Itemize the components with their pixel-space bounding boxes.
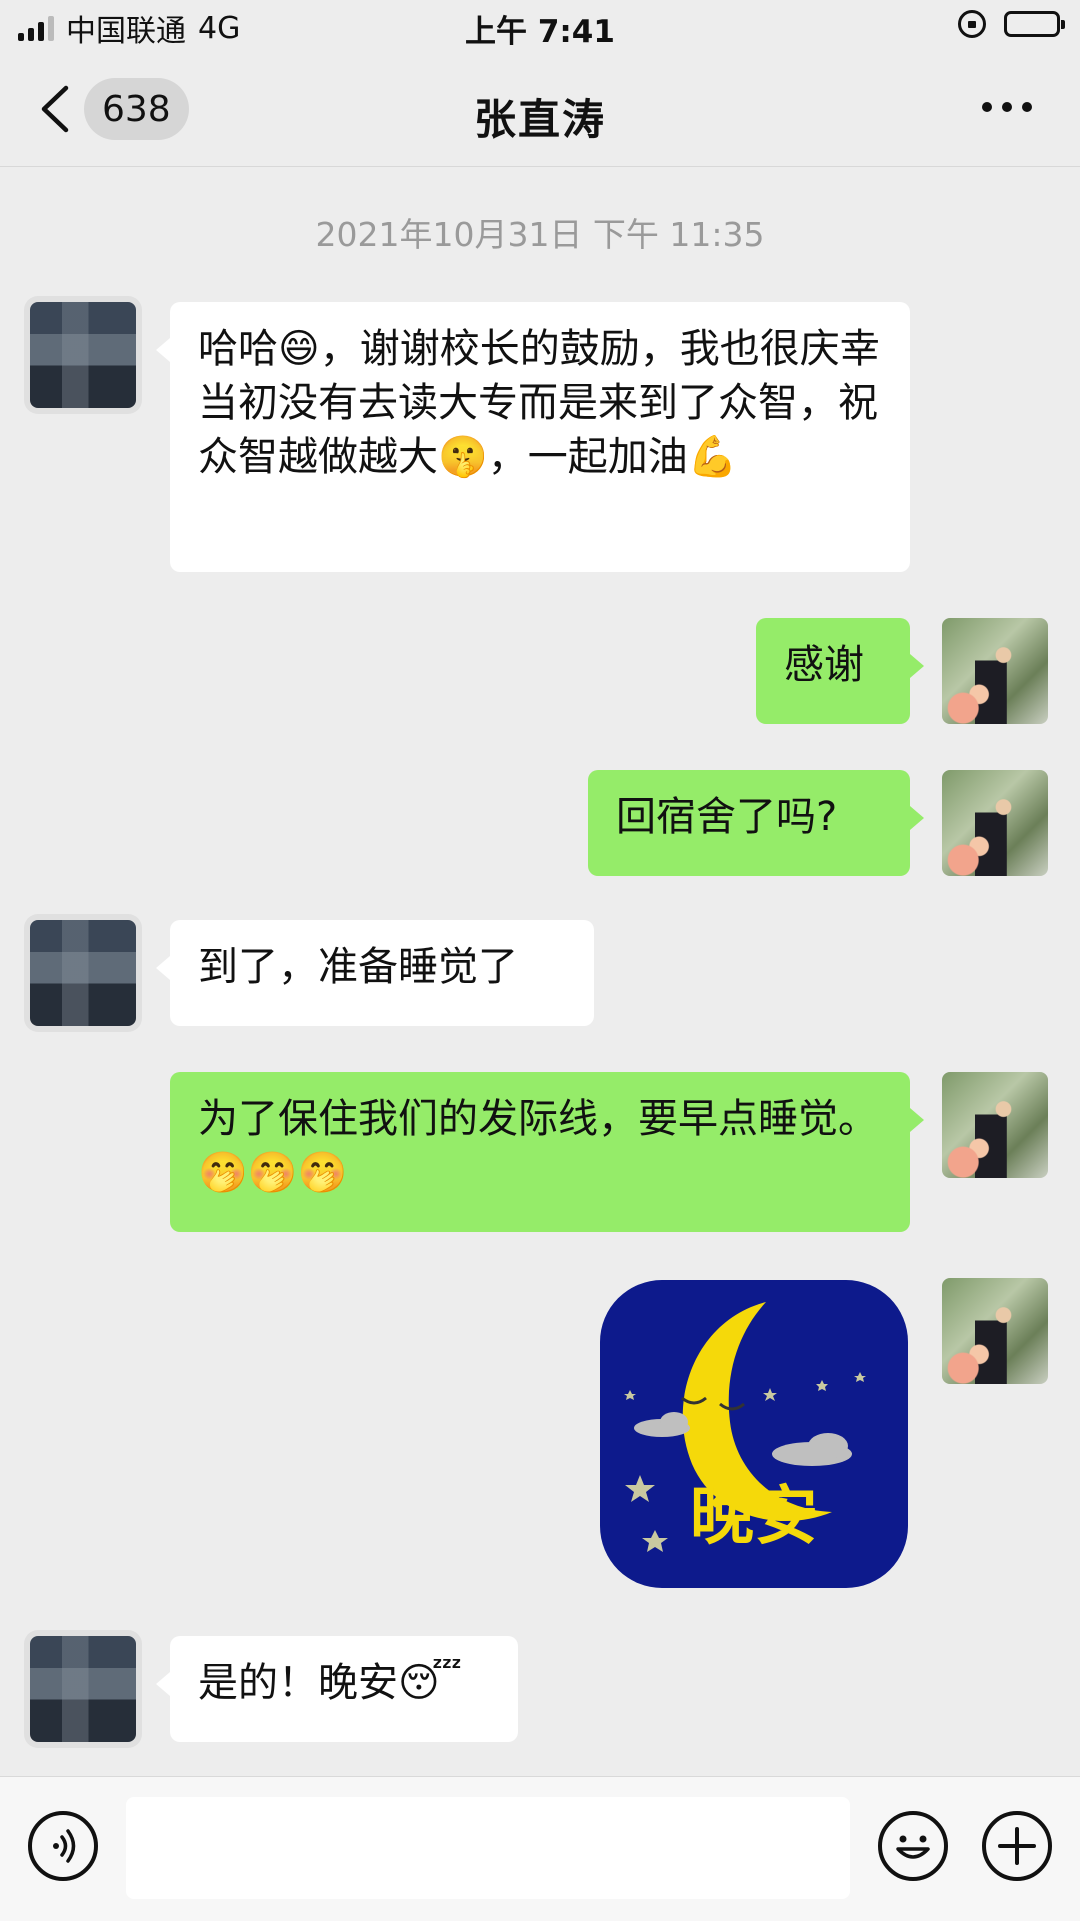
message-text: 是的！晚安😴 <box>198 1660 463 1706</box>
message-bubble-sent[interactable]: 感谢 <box>756 618 924 724</box>
message-text: 哈哈😄，谢谢校长的鼓励，我也很庆幸当初没有去读大专而是来到了众智，祝众智越做越大… <box>198 326 880 480</box>
rotation-lock-icon <box>958 10 986 38</box>
status-time: 上午 7:41 <box>465 14 615 50</box>
message-bubble-received[interactable]: 到了，准备睡觉了 <box>156 920 594 1026</box>
message-text: 感谢 <box>784 642 864 688</box>
message-bubble-received[interactable]: 哈哈😄，谢谢校长的鼓励，我也很庆幸当初没有去读大专而是来到了众智，祝众智越做越大… <box>156 302 910 572</box>
moon-icon: 晚安 <box>624 1302 866 1554</box>
my-avatar[interactable] <box>942 770 1048 876</box>
chat-title: 张直涛 <box>473 95 606 144</box>
my-avatar[interactable] <box>942 1072 1048 1178</box>
chat-header: 638 张直涛 <box>0 56 1080 167</box>
message-bubble-sent[interactable]: 回宿舍了吗? <box>588 770 924 876</box>
message-text: 回宿舍了吗? <box>616 794 838 840</box>
message-timestamp: 2021年10月31日 下午 11:35 <box>315 215 765 254</box>
message-bubble-sent[interactable]: 为了保住我们的发际线，要早点睡觉。🤭🤭🤭 <box>170 1072 924 1232</box>
more-dots-icon[interactable] <box>982 102 1032 112</box>
message-bubble-received[interactable]: 是的！晚安😴 <box>156 1636 518 1742</box>
contact-avatar[interactable] <box>30 920 136 1026</box>
message-input[interactable] <box>126 1797 850 1899</box>
status-bar: 中国联通 4G 上午 7:41 <box>0 0 1080 56</box>
my-avatar[interactable] <box>942 1278 1048 1384</box>
contact-avatar[interactable] <box>30 302 136 408</box>
goodnight-sticker[interactable]: 晚安 <box>600 1280 908 1588</box>
sticker-text: 晚安 <box>690 1480 818 1554</box>
my-avatar[interactable] <box>942 618 1048 724</box>
emoji-icon[interactable] <box>878 1811 948 1881</box>
contact-avatar[interactable] <box>30 1636 136 1742</box>
message-text: 到了，准备睡觉了 <box>198 944 518 990</box>
battery-icon <box>1004 11 1065 37</box>
input-bar <box>0 1776 1080 1921</box>
plus-icon[interactable] <box>982 1811 1052 1881</box>
message-text: 为了保住我们的发际线，要早点睡觉。🤭🤭🤭 <box>198 1096 878 1196</box>
voice-icon[interactable] <box>28 1811 98 1881</box>
